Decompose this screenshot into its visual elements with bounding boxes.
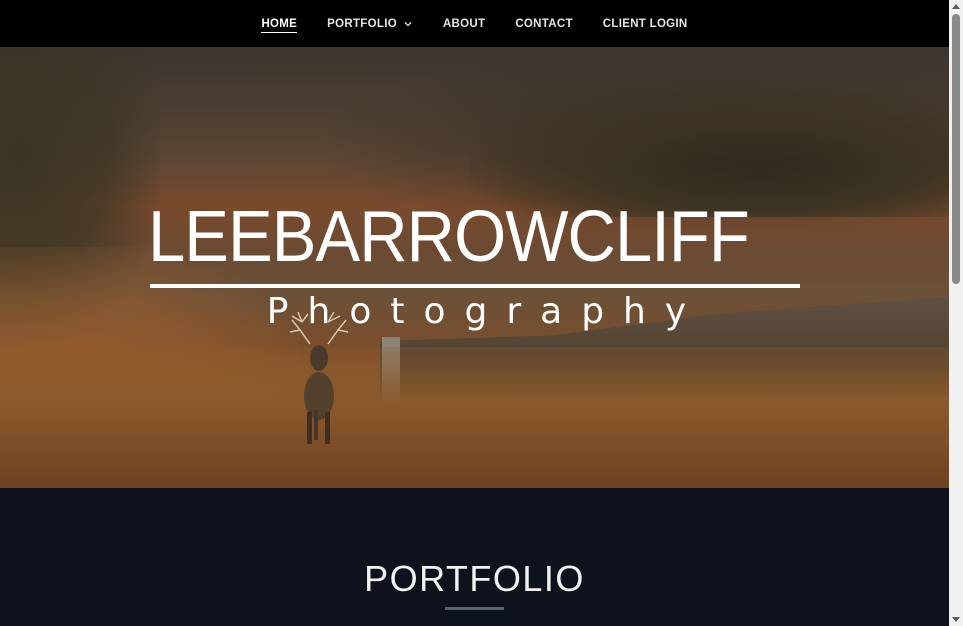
scroll-down-arrow-icon[interactable] — [952, 617, 960, 622]
vertical-scrollbar[interactable] — [949, 0, 963, 626]
logo-subtitle: Photography — [266, 291, 706, 332]
nav-client-login-label: CLIENT LOGIN — [602, 17, 688, 30]
chevron-down-icon — [404, 21, 412, 26]
nav-portfolio[interactable]: PORTFOLIO — [312, 0, 428, 47]
nav-home-label: HOME — [261, 18, 298, 33]
top-navigation: HOME PORTFOLIO ABOUT CONTACT CLIENT LOGI… — [0, 0, 949, 47]
portfolio-heading: PORTFOLIO — [364, 558, 585, 599]
logo-name: LEEBARROWCLIFF — [148, 197, 750, 277]
hero-banner: LEEBARROWCLIFF Photography — [0, 47, 949, 488]
nav-home[interactable]: HOME — [246, 0, 312, 47]
nav-contact-label: CONTACT — [515, 17, 573, 30]
nav-contact[interactable]: CONTACT — [500, 0, 587, 47]
scroll-up-arrow-icon[interactable] — [952, 4, 960, 9]
nav-about-label: ABOUT — [442, 17, 486, 30]
site-logo[interactable]: LEEBARROWCLIFF Photography — [148, 197, 802, 332]
portfolio-section: PORTFOLIO — [0, 488, 949, 626]
portfolio-heading-underline — [445, 607, 504, 610]
logo-divider — [150, 284, 800, 288]
scrollbar-thumb[interactable] — [952, 14, 960, 284]
nav-client-login[interactable]: CLIENT LOGIN — [588, 0, 703, 47]
nav-about[interactable]: ABOUT — [428, 0, 500, 47]
deer-image — [289, 312, 349, 444]
hero-grass-foreground — [0, 347, 949, 488]
nav-portfolio-label: PORTFOLIO — [327, 17, 397, 30]
page: HOME PORTFOLIO ABOUT CONTACT CLIENT LOGI… — [0, 0, 949, 626]
